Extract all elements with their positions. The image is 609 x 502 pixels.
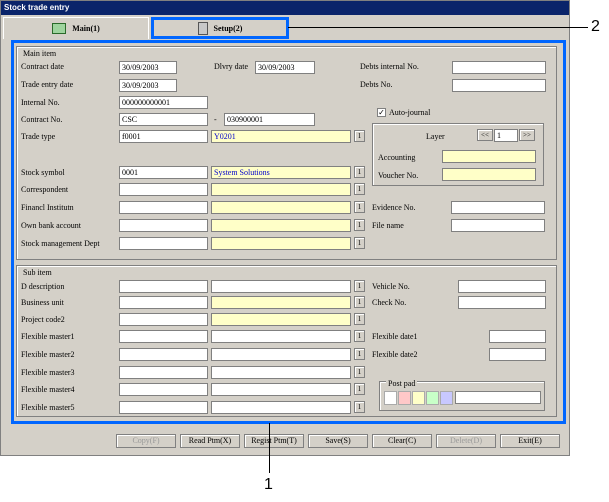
- tab-setup[interactable]: Setup(2): [151, 17, 289, 39]
- copy-button[interactable]: Copy(F): [116, 434, 176, 448]
- exit-button[interactable]: Exit(E): [500, 434, 560, 448]
- callout-2-line: [288, 27, 588, 28]
- callout-2-number: 2: [591, 18, 600, 35]
- tab-setup-label: Setup(2): [213, 23, 243, 33]
- read-ptm-button[interactable]: Read Ptm(X): [180, 434, 240, 448]
- save-button[interactable]: Save(S): [308, 434, 368, 448]
- clear-button[interactable]: Clear(C): [372, 434, 432, 448]
- document-icon: [197, 21, 208, 35]
- regist-ptm-button[interactable]: Regist Ptm(T): [244, 434, 304, 448]
- book-icon: [52, 23, 67, 34]
- callout-1-number: 1: [264, 476, 273, 493]
- window-title: Stock trade entry: [1, 1, 569, 15]
- delete-button[interactable]: Delete(D): [436, 434, 496, 448]
- main-content-highlight: [11, 40, 566, 424]
- tab-main-label: Main(1): [72, 24, 100, 33]
- stock-trade-entry-window: Stock trade entry Main(1) Setup(2) Main …: [0, 0, 570, 456]
- tab-main[interactable]: Main(1): [3, 17, 149, 39]
- callout-1-line: [269, 423, 270, 473]
